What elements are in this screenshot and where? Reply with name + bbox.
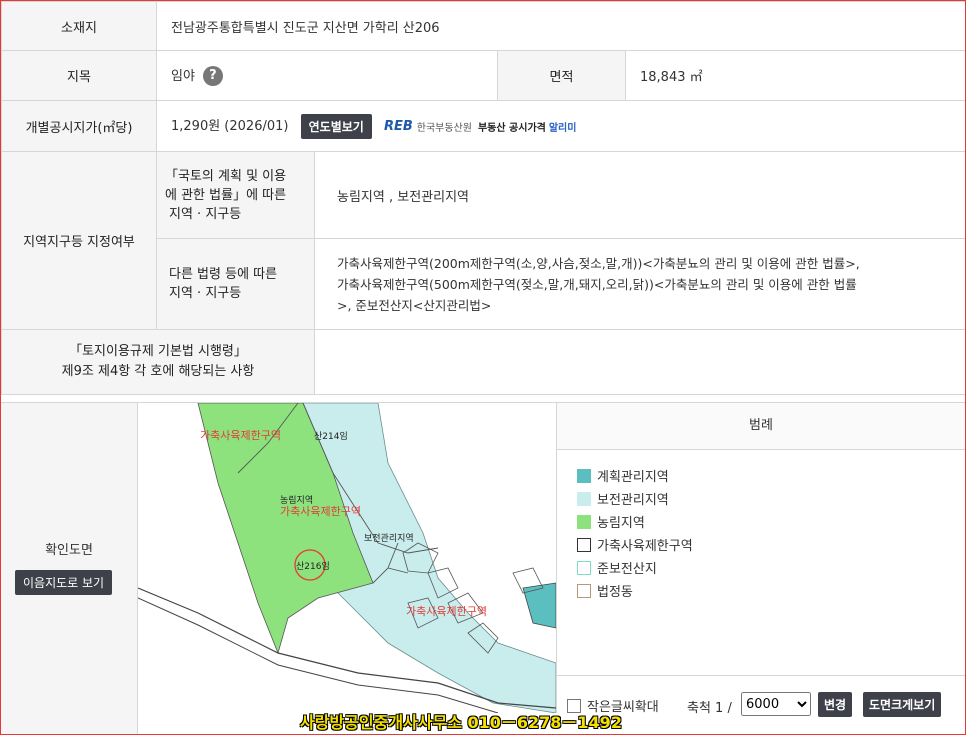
area-value: 18,843 ㎡ bbox=[624, 50, 965, 101]
price-value: 1,290원 (2026/01) bbox=[171, 118, 289, 134]
legend-swatch bbox=[577, 583, 591, 598]
cadastral-map[interactable]: 가축사육제한구역 산214임 농림지역 가축사육제한구역 산216임 보전관리지… bbox=[138, 403, 557, 713]
legend-item: 보전관리지역 bbox=[577, 487, 965, 510]
map-label-cell: 확인도면 이음지도로 보기 bbox=[1, 403, 138, 734]
help-icon[interactable]: ? bbox=[202, 66, 223, 87]
map-zone-label: 가축사육제한구역 bbox=[280, 505, 361, 518]
zoning-value-2-line: 가축사육제한구역(500m제한구역(젖소,말,개,돼지,오리,닭))<가축분뇨의… bbox=[337, 276, 857, 292]
legend-item: 법정동 bbox=[577, 579, 965, 602]
legend-swatch bbox=[577, 491, 591, 506]
watermark-text: 사랑방공인중개사사무소 010－6278－1492 bbox=[300, 713, 622, 732]
land-info-table: 소재지 전남광주통합특별시 진도군 지산면 가학리 산206 지목 임야? 면적… bbox=[1, 1, 965, 395]
open-map-button[interactable]: 이음지도로 보기 bbox=[15, 570, 113, 595]
reb-org: 한국부동산원 bbox=[416, 122, 472, 134]
rule-row: 「토지이용규제 기본법 시행령」 제9조 제4항 각 호에 해당되는 사항 bbox=[1, 329, 965, 395]
rule-value bbox=[313, 329, 965, 395]
legend-item-label: 보전관리지역 bbox=[597, 493, 669, 508]
legend-item-label: 준보전산지 bbox=[597, 562, 657, 577]
reb-text: 부동산 공시가격 bbox=[477, 122, 546, 134]
rule-label-line: 「토지이용규제 기본법 시행령」 bbox=[69, 344, 247, 359]
zoning-sub1-line: 지역 · 지구등 bbox=[169, 206, 242, 222]
zoning-label: 지역지구등 지정여부 bbox=[1, 151, 157, 330]
zoning-value-2-line: 가축사육제한구역(200m제한구역(소,양,사슴,젖소,말,개))<가축분뇨의 … bbox=[337, 255, 860, 271]
rule-label-line: 제9조 제4항 각 호에 해당되는 사항 bbox=[61, 364, 255, 379]
map-parcel-label: 산214임 bbox=[314, 430, 348, 442]
legend-item: 농림지역 bbox=[577, 510, 965, 533]
zoning-sub2-line: 지역 · 지구등 bbox=[169, 286, 242, 301]
zoning-value-2: 가축사육제한구역(200m제한구역(소,양,사슴,젖소,말,개))<가축분뇨의 … bbox=[313, 238, 965, 330]
yearly-view-button[interactable]: 연도별보기 bbox=[300, 113, 372, 139]
jimok-row: 지목 임야? 면적 18,843 ㎡ bbox=[1, 50, 965, 101]
zoning-sub2-label: 다른 법령 등에 따른 지역 · 지구등 bbox=[156, 238, 315, 330]
legend-item-label: 계획관리지역 bbox=[597, 470, 669, 485]
zoning-sub1-line: 에 관한 법률」에 따른 bbox=[165, 187, 287, 203]
zoning-value-1: 농림지역 , 보전관리지역 bbox=[313, 151, 965, 239]
zoning-sub1-label: 「국토의 계획 및 이용 에 관한 법률」에 따른 지역 · 지구등 bbox=[156, 151, 315, 239]
price-label: 개별공시지가(㎡당) bbox=[1, 100, 157, 152]
address-label: 소재지 bbox=[1, 1, 157, 51]
zoning-sub2-line: 다른 법령 등에 따른 bbox=[169, 267, 278, 282]
map-parcel-label: 산216임 bbox=[296, 560, 330, 572]
legend-item-label: 농림지역 bbox=[597, 516, 645, 531]
address-row: 소재지 전남광주통합특별시 진도군 지산면 가학리 산206 bbox=[1, 1, 965, 51]
area-label: 면적 bbox=[497, 50, 626, 101]
jimok-cell: 임야? bbox=[156, 50, 498, 101]
address-value: 전남광주통합특별시 진도군 지산면 가학리 산206 bbox=[155, 1, 965, 51]
map-svg: 가축사육제한구역 산214임 농림지역 가축사육제한구역 산216임 보전관리지… bbox=[138, 403, 556, 713]
map-label: 확인도면 bbox=[45, 543, 93, 558]
scale-select[interactable]: 6000 bbox=[741, 692, 811, 716]
legend-item-label: 법정동 bbox=[597, 585, 633, 600]
zoning-sub1-line: 「국토의 계획 및 이용 bbox=[165, 168, 287, 184]
scale-label: 축척 1 / bbox=[687, 701, 732, 716]
reb-link[interactable]: REB 한국부동산원 부동산 공시가격 알리미 bbox=[384, 119, 577, 134]
enlarge-map-button[interactable]: 도면크게보기 bbox=[863, 692, 942, 717]
land-info-panel: 소재지 전남광주통합특별시 진도군 지산면 가학리 산206 지목 임야? 면적… bbox=[0, 0, 966, 735]
legend-swatch bbox=[577, 560, 591, 575]
rule-label: 「토지이용규제 기본법 시행령」 제9조 제4항 각 호에 해당되는 사항 bbox=[1, 329, 315, 395]
legend-swatch bbox=[577, 514, 591, 529]
change-scale-button[interactable]: 변경 bbox=[818, 692, 853, 717]
legend-list: 계획관리지역 보전관리지역 농림지역 가축사육제한구역 준보전산지 법정동 bbox=[557, 450, 965, 602]
price-row: 개별공시지가(㎡당) 1,290원 (2026/01) 연도별보기 REB 한국… bbox=[1, 100, 965, 152]
legend-item: 계획관리지역 bbox=[577, 464, 965, 487]
legend-item-label: 가축사육제한구역 bbox=[597, 539, 693, 554]
jimok-value: 임야 bbox=[171, 68, 195, 84]
legend-swatch bbox=[577, 537, 591, 552]
map-section: 확인도면 이음지도로 보기 가축사육제한구역 산214임 농림지역 가축사육제한… bbox=[1, 402, 965, 734]
price-cell: 1,290원 (2026/01) 연도별보기 REB 한국부동산원 부동산 공시… bbox=[155, 100, 965, 152]
legend-title: 범례 bbox=[557, 403, 965, 450]
legend-item: 준보전산지 bbox=[577, 556, 965, 579]
jimok-label: 지목 bbox=[1, 50, 157, 101]
map-zone-label: 가축사육제한구역 bbox=[406, 605, 487, 618]
map-zone-label: 가축사육제한구역 bbox=[200, 429, 281, 442]
legend-panel: 범례 계획관리지역 보전관리지역 농림지역 가축사육제한구역 준보전산지 법정동 bbox=[557, 403, 965, 675]
legend-item: 가축사육제한구역 bbox=[577, 533, 965, 556]
legend-swatch bbox=[577, 468, 591, 483]
zoning-value-2-line: >, 준보전산지<산지관리법> bbox=[337, 297, 492, 313]
map-parcel-label: 보전관리지역 bbox=[364, 533, 414, 544]
zoning-row-1: 지역지구등 지정여부 「국토의 계획 및 이용 에 관한 법률」에 따른 지역 … bbox=[1, 151, 965, 330]
reb-app: 알리미 bbox=[548, 122, 577, 134]
reb-logo: REB bbox=[383, 118, 413, 134]
